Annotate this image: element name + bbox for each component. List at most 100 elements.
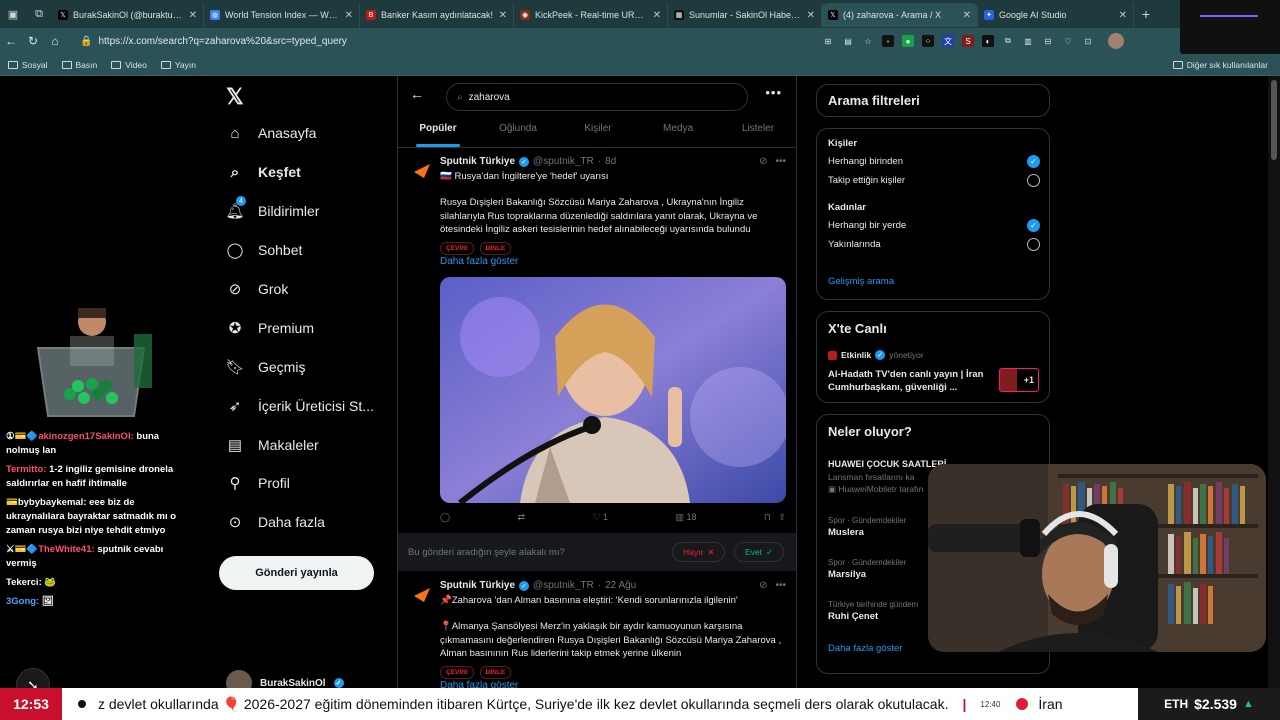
- live-title-text[interactable]: Al-Hadath TV'den canlı yayın | İran Cumh…: [828, 368, 988, 394]
- radio-empty-icon[interactable]: [1027, 174, 1040, 187]
- collections-icon[interactable]: ⊟: [1042, 35, 1054, 47]
- bookmark-folder[interactable]: Basın: [61, 60, 97, 70]
- relevance-no-button[interactable]: Hayır ✕: [672, 542, 726, 562]
- downloads-icon[interactable]: ⊡: [1082, 35, 1094, 47]
- reply-icon[interactable]: ◯: [440, 512, 450, 523]
- nav-articles[interactable]: ▤ Makaleler: [226, 436, 319, 454]
- tab-popular[interactable]: Popüler: [398, 118, 478, 147]
- favorites-icon[interactable]: ♡: [1062, 35, 1074, 47]
- browser-tab[interactable]: ◉ KickPeek - Real-time URL Crawler ✕: [514, 3, 668, 27]
- reload-icon[interactable]: ↻: [22, 34, 44, 48]
- browser-tab[interactable]: ✦ Google AI Studio ✕: [978, 3, 1134, 27]
- circle-extension-icon[interactable]: ◐: [982, 35, 994, 47]
- nav-bookmarks[interactable]: 🔖︎ Geçmiş: [225, 358, 305, 376]
- search-input[interactable]: ⌕ zaharova: [446, 83, 748, 111]
- apps-icon[interactable]: ⊞: [822, 35, 834, 47]
- browser-tab-active[interactable]: 𝕏 (4) zaharova - Arama / X ✕: [822, 3, 978, 27]
- tracker-extension-icon[interactable]: ▪: [882, 35, 894, 47]
- green-extension-icon[interactable]: ●: [902, 35, 914, 47]
- radio-empty-icon[interactable]: [1027, 238, 1040, 251]
- nav-profile[interactable]: ⚲ Profil: [226, 474, 290, 492]
- more-options-icon[interactable]: •••: [765, 85, 782, 100]
- tweet-time[interactable]: 22 Ağu: [605, 580, 636, 591]
- more-options-icon[interactable]: •••: [775, 580, 786, 591]
- translate-pill[interactable]: ÇEVİRİ: [440, 242, 474, 255]
- tweet-photo[interactable]: [440, 277, 786, 503]
- nav-notifications[interactable]: 🔔︎ 4 Bildirimler: [225, 196, 319, 220]
- filter-nearby[interactable]: Yakınlarında: [828, 238, 1040, 251]
- profile-avatar[interactable]: [1108, 33, 1124, 49]
- translate-pill[interactable]: ÇEVİRİ: [440, 666, 474, 679]
- s-extension-icon[interactable]: S: [962, 35, 974, 47]
- tab-actions-icon[interactable]: ⧉: [26, 0, 52, 28]
- window-menu-icon[interactable]: ▣: [0, 0, 26, 28]
- new-tab-button[interactable]: +: [1134, 6, 1158, 22]
- live-participants[interactable]: +1: [999, 368, 1039, 392]
- retweet-icon[interactable]: ⇄: [517, 512, 525, 523]
- close-tab-icon[interactable]: ✕: [499, 10, 507, 21]
- close-tab-icon[interactable]: ✕: [807, 10, 815, 21]
- grok-icon[interactable]: ⊘: [759, 580, 767, 591]
- show-more-link[interactable]: Daha fazla göster: [440, 680, 518, 688]
- browser-tab[interactable]: ◍ World Tension Index — World Te ✕: [204, 3, 360, 27]
- back-arrow-icon[interactable]: ←: [410, 86, 424, 102]
- reader-icon[interactable]: ▤: [842, 35, 854, 47]
- nav-more[interactable]: ⊙ Daha fazla: [226, 513, 325, 531]
- tweet-time[interactable]: 8d: [605, 156, 616, 167]
- author-handle[interactable]: @sputnik_TR: [533, 156, 594, 167]
- close-tab-icon[interactable]: ✕: [653, 10, 661, 21]
- grok-icon[interactable]: ⊘: [759, 156, 767, 167]
- close-tab-icon[interactable]: ✕: [1119, 10, 1127, 21]
- sputnik-logo-icon[interactable]: [410, 582, 434, 606]
- views-button[interactable]: ▥ 18: [675, 512, 696, 523]
- filter-anywhere[interactable]: Herhangi bir yerde ✓: [828, 219, 1040, 232]
- advanced-search-link[interactable]: Gelişmiş arama: [828, 276, 894, 287]
- nav-creator-studio[interactable]: ➶ İçerik Üreticisi St...: [226, 397, 374, 415]
- author-handle[interactable]: @sputnik_TR: [533, 580, 594, 591]
- author-name[interactable]: Sputnik Türkiye: [440, 156, 515, 167]
- close-tab-icon[interactable]: ✕: [189, 10, 197, 21]
- puzzle-icon[interactable]: ⧉: [1002, 35, 1014, 47]
- x-logo-icon[interactable]: 𝕏: [226, 84, 244, 110]
- page-scrollbar[interactable]: [1268, 76, 1280, 688]
- other-bookmarks[interactable]: Diğer sık kullanılanlar: [1172, 60, 1268, 70]
- home-icon[interactable]: ⌂: [44, 34, 66, 48]
- radio-checked-icon[interactable]: ✓: [1027, 219, 1040, 232]
- browser-tab[interactable]: B Banker Kasım aydınlatacak! ✕: [360, 3, 514, 27]
- nav-chat[interactable]: ◯ Sohbet: [226, 241, 303, 259]
- nav-explore[interactable]: ⌕ Keşfet: [226, 163, 301, 181]
- translate-extension-icon[interactable]: 文: [942, 35, 954, 47]
- post-button[interactable]: Gönderi yayınla: [219, 556, 374, 590]
- show-more-trends-link[interactable]: Daha fazla göster: [828, 643, 902, 654]
- more-options-icon[interactable]: •••: [775, 156, 786, 167]
- tab-people[interactable]: Kişiler: [558, 118, 638, 147]
- like-button[interactable]: ♡ 1: [592, 512, 608, 523]
- tab-media[interactable]: Medya: [638, 118, 718, 147]
- radio-checked-icon[interactable]: ✓: [1027, 155, 1040, 168]
- close-tab-icon[interactable]: ✕: [345, 10, 353, 21]
- author-name[interactable]: Sputnik Türkiye: [440, 580, 515, 591]
- share-icon[interactable]: ⇪: [778, 512, 786, 522]
- bookmark-icon[interactable]: ⊓: [764, 512, 771, 522]
- split-view-icon[interactable]: ▥: [1022, 35, 1034, 47]
- filter-anyone[interactable]: Herhangi birinden ✓: [828, 155, 1040, 168]
- bookmark-folder[interactable]: Yayın: [160, 60, 196, 70]
- bookmark-folder[interactable]: Sosyal: [8, 60, 48, 70]
- bookmark-folder[interactable]: Video: [111, 60, 147, 70]
- browser-tab[interactable]: 𝕏 BurakSakinOl (@buraktut_) / X ✕: [52, 3, 204, 27]
- listen-pill[interactable]: DİNLE: [479, 666, 512, 679]
- show-more-link[interactable]: Daha fazla göster: [440, 256, 518, 267]
- filter-following[interactable]: Takip ettiğin kişiler: [828, 174, 1040, 187]
- tab-latest[interactable]: Oğlunda: [478, 118, 558, 147]
- star-icon[interactable]: ☆: [862, 35, 874, 47]
- grid-extension-icon[interactable]: ⁘: [922, 35, 934, 47]
- back-icon[interactable]: ←: [0, 34, 22, 48]
- nav-grok[interactable]: ⊘ Grok: [226, 280, 289, 298]
- sputnik-logo-icon[interactable]: [410, 158, 434, 182]
- listen-pill[interactable]: DİNLE: [479, 242, 512, 255]
- close-tab-icon[interactable]: ✕: [963, 10, 971, 21]
- live-host[interactable]: Etkinlik ✓ yönetiyor: [828, 350, 924, 360]
- nav-premium[interactable]: ✪ Premium: [226, 319, 314, 337]
- nav-home[interactable]: ⌂ Anasayfa: [226, 124, 316, 142]
- tab-lists[interactable]: Listeler: [718, 118, 796, 147]
